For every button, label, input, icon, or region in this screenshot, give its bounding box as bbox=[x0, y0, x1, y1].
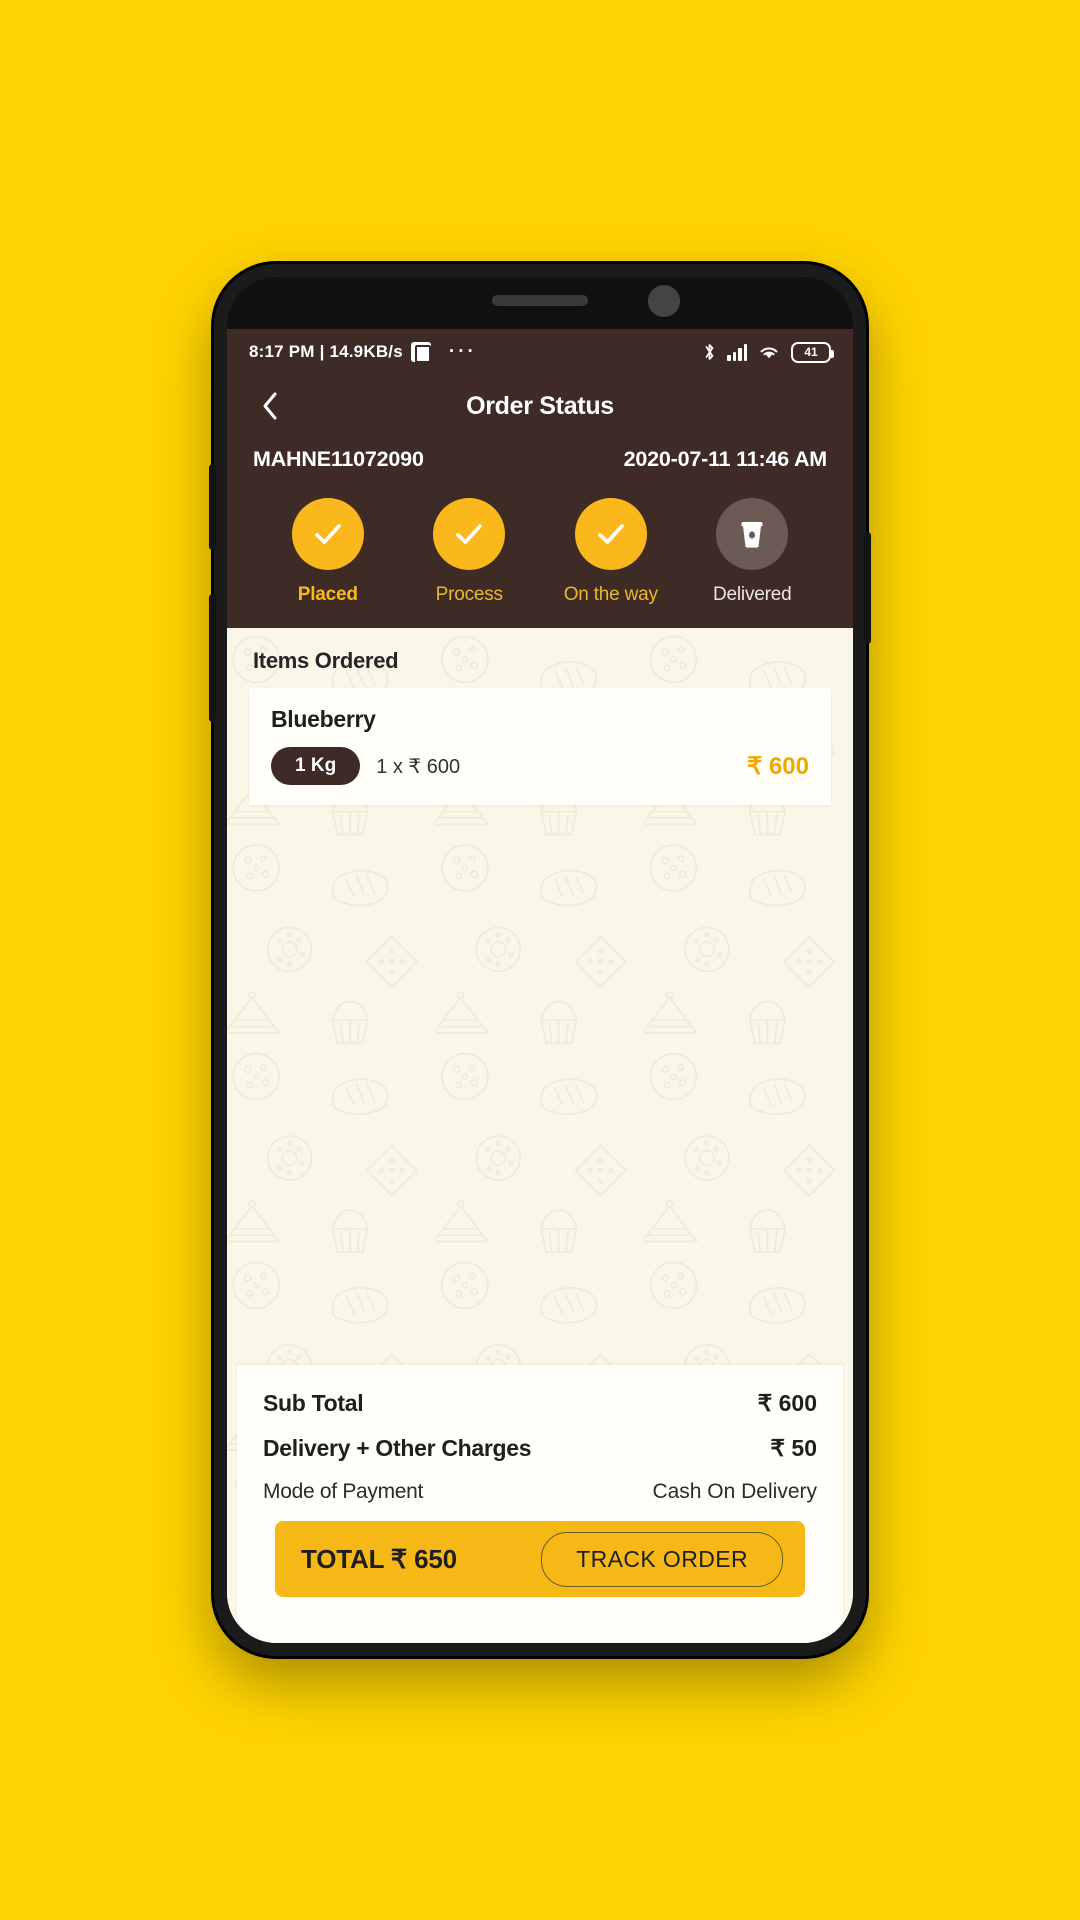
status-bar-right: 41 bbox=[703, 341, 834, 363]
step-placed[interactable]: Placed bbox=[257, 498, 399, 606]
summary-row-delivery: Delivery + Other Charges ₹ 50 bbox=[263, 1426, 817, 1471]
earpiece-speaker bbox=[492, 295, 588, 306]
app-header: 8:17 PM | 14.9KB/s ··· 41 Order Status M… bbox=[227, 329, 853, 628]
subtotal-value: ₹ 600 bbox=[757, 1390, 817, 1416]
step-delivered-label: Delivered bbox=[713, 584, 792, 605]
summary-row-subtotal: Sub Total ₹ 600 bbox=[263, 1381, 817, 1426]
order-item-card: Blueberry 1 Kg 1 x ₹ 600 ₹ 600 bbox=[249, 688, 831, 805]
battery-icon: 41 bbox=[791, 341, 834, 363]
navigation-bar: Order Status bbox=[227, 375, 853, 437]
power-button[interactable] bbox=[864, 532, 871, 644]
subtotal-label: Sub Total bbox=[263, 1390, 364, 1416]
page-title: Order Status bbox=[466, 391, 614, 420]
payment-mode-label: Mode of Payment bbox=[263, 1480, 424, 1503]
item-line-total: ₹ 600 bbox=[747, 752, 809, 780]
payment-mode-value: Cash On Delivery bbox=[652, 1480, 817, 1503]
step-delivered-circle bbox=[716, 498, 789, 570]
status-time-and-speed: 8:17 PM | 14.9KB/s bbox=[249, 342, 403, 361]
summary-row-payment: Mode of Payment Cash On Delivery bbox=[263, 1471, 817, 1513]
home-indicator-area bbox=[227, 1621, 853, 1643]
volume-down-button[interactable] bbox=[209, 594, 216, 722]
bluetooth-icon bbox=[705, 344, 714, 360]
step-process-label: Process bbox=[435, 584, 503, 605]
check-icon bbox=[456, 524, 483, 544]
order-meta-row: MAHNE11072090 2020-07-11 11:46 AM bbox=[227, 437, 853, 472]
step-placed-label: Placed bbox=[297, 584, 358, 605]
delivery-label: Delivery + Other Charges bbox=[263, 1435, 532, 1461]
delivery-value: ₹ 50 bbox=[770, 1435, 817, 1461]
chevron-left-icon bbox=[263, 392, 277, 420]
phone-screen: 8:17 PM | 14.9KB/s ··· 41 Order Status M… bbox=[227, 277, 853, 1643]
total-action-bar: TOTAL ₹ 650 TRACK ORDER bbox=[275, 1521, 805, 1597]
order-progress-tracker: Placed Process On the way Delivered bbox=[227, 472, 853, 606]
back-button[interactable] bbox=[253, 389, 287, 423]
track-order-button[interactable]: TRACK ORDER bbox=[541, 1531, 783, 1587]
coffee-cup-icon bbox=[741, 522, 763, 548]
item-detail-row: 1 Kg 1 x ₹ 600 ₹ 600 bbox=[271, 747, 809, 785]
notification-overflow-icon: ··· bbox=[448, 341, 477, 362]
item-unit-line: 1 x ₹ 600 bbox=[376, 755, 461, 778]
step-placed-circle bbox=[291, 498, 364, 570]
cellular-signal-icon bbox=[727, 343, 747, 361]
item-quantity-badge: 1 Kg bbox=[271, 747, 361, 785]
status-bar: 8:17 PM | 14.9KB/s ··· 41 bbox=[227, 329, 853, 375]
step-on-the-way-circle bbox=[574, 498, 647, 570]
app-viewport: 8:17 PM | 14.9KB/s ··· 41 Order Status M… bbox=[227, 329, 853, 1643]
items-ordered-heading: Items Ordered bbox=[253, 648, 399, 673]
wifi-icon bbox=[760, 347, 778, 358]
order-id: MAHNE11072090 bbox=[253, 447, 424, 471]
app-notification-icon bbox=[410, 342, 431, 363]
volume-up-button[interactable] bbox=[209, 464, 216, 550]
phone-frame: 8:17 PM | 14.9KB/s ··· 41 Order Status M… bbox=[209, 264, 871, 1656]
item-name: Blueberry bbox=[271, 706, 376, 732]
check-icon bbox=[314, 524, 341, 544]
notch-area bbox=[227, 277, 853, 329]
step-on-the-way[interactable]: On the way bbox=[540, 498, 682, 606]
check-icon bbox=[597, 524, 624, 544]
order-body: Items Ordered Blueberry 1 Kg 1 x ₹ 600 ₹… bbox=[227, 628, 853, 1643]
step-on-the-way-label: On the way bbox=[563, 584, 658, 605]
order-datetime: 2020-07-11 11:46 AM bbox=[623, 447, 828, 471]
grand-total: TOTAL ₹ 650 bbox=[301, 1543, 457, 1574]
order-summary: Sub Total ₹ 600 Delivery + Other Charges… bbox=[237, 1365, 843, 1621]
status-bar-left: 8:17 PM | 14.9KB/s ··· bbox=[249, 341, 477, 363]
step-delivered[interactable]: Delivered bbox=[682, 498, 824, 606]
step-process[interactable]: Process bbox=[399, 498, 541, 606]
step-process-circle bbox=[433, 498, 506, 570]
front-camera bbox=[648, 285, 680, 317]
